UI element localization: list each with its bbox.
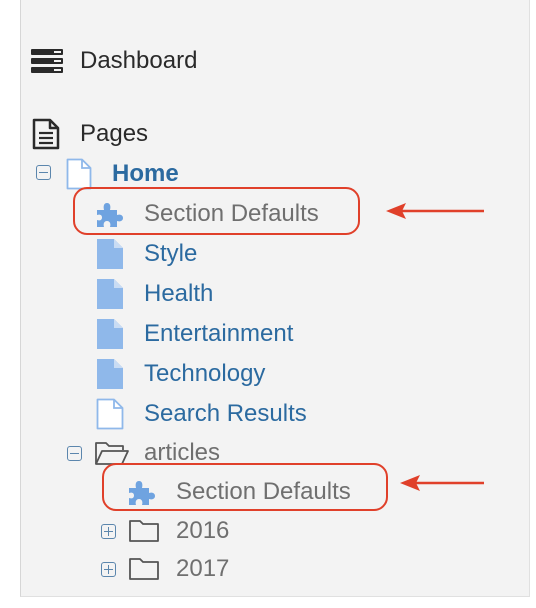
expand-toggle-2016[interactable] [101, 524, 116, 539]
annotation-arrow-icon [400, 475, 484, 491]
page-outline-icon [96, 398, 124, 430]
nav-pages-label: Pages [80, 120, 149, 147]
collapse-toggle-articles[interactable] [67, 446, 82, 461]
highlight-box [102, 463, 388, 511]
tree-node-technology[interactable]: Technology [96, 357, 265, 391]
tree-node-style[interactable]: Style [96, 237, 197, 271]
tree-node-entertainment[interactable]: Entertainment [96, 317, 293, 351]
tree-node-label: Technology [144, 360, 266, 387]
dashboard-icon [31, 49, 63, 73]
tree-node-home[interactable]: Home [66, 157, 179, 191]
document-icon [32, 118, 60, 150]
highlight-box [73, 187, 360, 235]
tree-node-label: Health [144, 280, 214, 307]
tree-node-label: Search Results [144, 400, 307, 427]
page-filled-icon [97, 239, 123, 269]
nav-pages[interactable]: Pages [32, 116, 148, 152]
tree-node-health[interactable]: Health [96, 277, 213, 311]
folder-icon [129, 520, 159, 542]
tree-node-label: Entertainment [144, 320, 294, 347]
tree-node-2016[interactable]: 2016 [128, 514, 229, 548]
nav-dashboard-label: Dashboard [80, 47, 198, 74]
folder-icon [129, 558, 159, 580]
page-filled-icon [97, 319, 123, 349]
annotation-arrow-icon [386, 203, 484, 219]
tree-node-label: Style [144, 240, 198, 267]
page-outline-icon [66, 158, 92, 190]
page-filled-icon [97, 359, 123, 389]
tree-node-search-results[interactable]: Search Results [96, 397, 307, 431]
tree-node-label: 2016 [176, 517, 230, 544]
tree-node-2017[interactable]: 2017 [128, 552, 229, 586]
nav-dashboard[interactable]: Dashboard [30, 44, 197, 78]
expand-toggle-2017[interactable] [101, 562, 116, 577]
page-filled-icon [97, 279, 123, 309]
collapse-toggle-home[interactable] [36, 165, 51, 180]
tree-node-home-label: Home [112, 160, 179, 187]
tree-node-label: 2017 [176, 555, 230, 582]
